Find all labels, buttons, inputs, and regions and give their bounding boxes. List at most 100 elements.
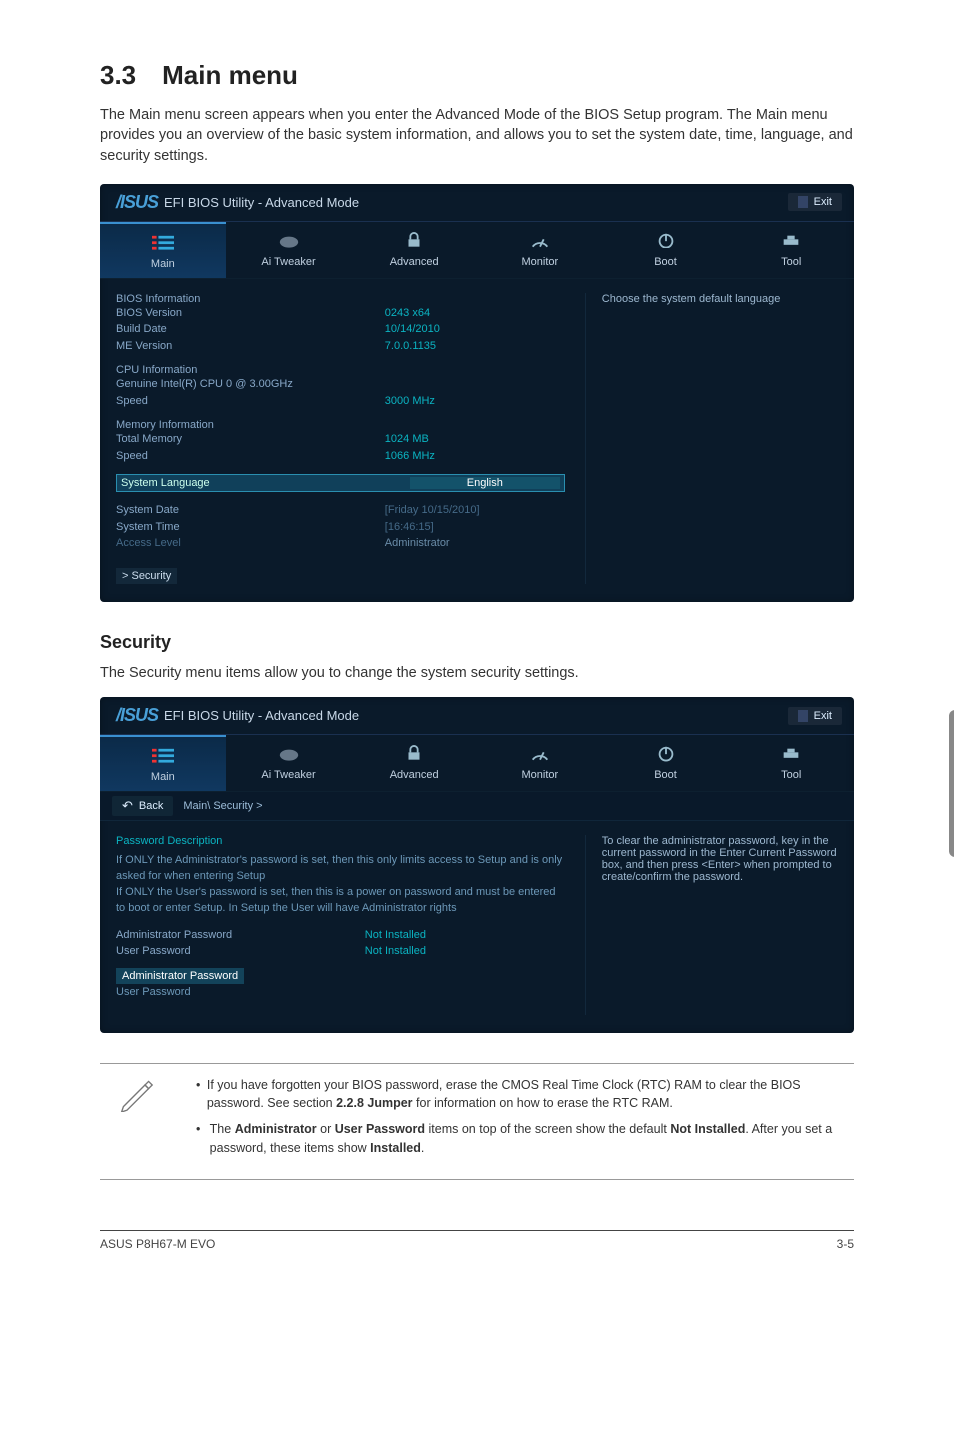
note-box: •If you have forgotten your BIOS passwor… bbox=[100, 1063, 854, 1180]
password-description-label: Password Description bbox=[116, 835, 565, 847]
list-icon-2 bbox=[152, 747, 174, 765]
label-bios-version: BIOS Version bbox=[116, 305, 385, 322]
row-cpu-name: Genuine Intel(R) CPU 0 @ 3.00GHz bbox=[116, 376, 565, 393]
bold-admin: Administrator bbox=[235, 1122, 317, 1136]
label-me-version: ME Version bbox=[116, 338, 385, 355]
label-user-pw: User Password bbox=[116, 943, 365, 960]
asus-logo: /ISUS bbox=[116, 192, 158, 213]
nav-tabs: Main Ai Tweaker Advanced Monitor Boot To… bbox=[100, 222, 854, 279]
bios-main-window: /ISUS EFI BIOS Utility - Advanced Mode E… bbox=[100, 184, 854, 602]
row-me-version: ME Version7.0.0.1135 bbox=[116, 338, 565, 355]
admin-password-item[interactable]: Administrator Password bbox=[116, 968, 244, 984]
note-bullet-1: •If you have forgotten your BIOS passwor… bbox=[196, 1076, 848, 1112]
tab-tool-2-label: Tool bbox=[781, 769, 801, 781]
val-bios-version: 0243 x64 bbox=[385, 305, 565, 322]
back-button[interactable]: ↶ Back bbox=[112, 796, 173, 816]
note-pen-icon bbox=[118, 1076, 154, 1112]
bold-installed: Installed bbox=[370, 1141, 421, 1155]
gauge-icon bbox=[529, 232, 551, 250]
row-total-memory: Total Memory1024 MB bbox=[116, 431, 565, 448]
row-admin-password-status: Administrator PasswordNot Installed bbox=[116, 927, 565, 944]
tab-boot[interactable]: Boot bbox=[603, 222, 729, 278]
tab-monitor-label: Monitor bbox=[522, 256, 559, 268]
tab-main-label: Main bbox=[151, 258, 175, 270]
tab-main-2[interactable]: Main bbox=[100, 735, 226, 791]
help-text: Choose the system default language bbox=[602, 293, 838, 305]
power-icon-2 bbox=[655, 745, 677, 763]
mem-info-heading: Memory Information bbox=[116, 419, 565, 431]
bold-user: User Password bbox=[335, 1122, 425, 1136]
row-system-date[interactable]: System Date[Friday 10/15/2010] bbox=[116, 502, 565, 519]
breadcrumb: Main\ Security > bbox=[183, 800, 262, 812]
tab-advanced-2-label: Advanced bbox=[390, 769, 439, 781]
bios-info-heading: BIOS Information bbox=[116, 293, 565, 305]
cloud-icon-2 bbox=[278, 745, 300, 763]
tab-boot-2-label: Boot bbox=[654, 769, 677, 781]
back-label: Back bbox=[139, 800, 163, 812]
tab-boot-2[interactable]: Boot bbox=[603, 735, 729, 791]
bios-security-window: /ISUS EFI BIOS Utility - Advanced Mode E… bbox=[100, 697, 854, 1033]
row-system-language[interactable]: System LanguageEnglish bbox=[116, 474, 565, 492]
tab-ai-tweaker-label: Ai Tweaker bbox=[261, 256, 315, 268]
tab-main-2-label: Main bbox=[151, 771, 175, 783]
tab-monitor[interactable]: Monitor bbox=[477, 222, 603, 278]
bold-notinstalled: Not Installed bbox=[670, 1122, 745, 1136]
lock-icon bbox=[403, 232, 425, 250]
security-intro: The Security menu items allow you to cha… bbox=[100, 663, 854, 683]
tab-monitor-2-label: Monitor bbox=[522, 769, 559, 781]
label-system-time: System Time bbox=[116, 519, 385, 536]
list-icon bbox=[152, 234, 174, 252]
back-arrow-icon: ↶ bbox=[122, 798, 133, 814]
bios-title: EFI BIOS Utility - Advanced Mode bbox=[164, 195, 359, 210]
val-access-level: Administrator bbox=[385, 535, 565, 552]
footer-left: ASUS P8H67-M EVO bbox=[100, 1237, 215, 1251]
section-title: 3.3 Main menu bbox=[100, 60, 854, 91]
tab-tool-2[interactable]: Tool bbox=[728, 735, 854, 791]
asus-logo-2: /ISUS bbox=[116, 705, 158, 726]
exit-button-2[interactable]: Exit bbox=[788, 707, 842, 725]
tab-ai-tweaker[interactable]: Ai Tweaker bbox=[226, 222, 352, 278]
row-access-level: Access LevelAdministrator bbox=[116, 535, 565, 552]
chapter-tab: Chapter 3 bbox=[949, 710, 954, 857]
nav-tabs-2: Main Ai Tweaker Advanced Monitor Boot To… bbox=[100, 735, 854, 792]
tab-advanced-2[interactable]: Advanced bbox=[351, 735, 477, 791]
lock-icon-2 bbox=[403, 745, 425, 763]
exit-label: Exit bbox=[814, 196, 832, 208]
user-password-item[interactable]: User Password bbox=[116, 986, 191, 998]
exit-icon-2 bbox=[798, 710, 808, 722]
tab-monitor-2[interactable]: Monitor bbox=[477, 735, 603, 791]
row-user-password-status: User PasswordNot Installed bbox=[116, 943, 565, 960]
tab-ai-tweaker-2[interactable]: Ai Tweaker bbox=[226, 735, 352, 791]
tab-main[interactable]: Main bbox=[100, 222, 226, 278]
label-total-memory: Total Memory bbox=[116, 431, 385, 448]
val-cpu-speed: 3000 MHz bbox=[385, 393, 565, 410]
bold-jumper: 2.2.8 Jumper bbox=[336, 1096, 412, 1110]
tab-boot-label: Boot bbox=[654, 256, 677, 268]
footer-right: 3-5 bbox=[837, 1237, 854, 1251]
tab-advanced-label: Advanced bbox=[390, 256, 439, 268]
security-submenu[interactable]: > Security bbox=[116, 568, 177, 584]
tab-advanced[interactable]: Advanced bbox=[351, 222, 477, 278]
row-cpu-speed: Speed3000 MHz bbox=[116, 393, 565, 410]
cpu-info-heading: CPU Information bbox=[116, 364, 565, 376]
power-icon bbox=[655, 232, 677, 250]
intro-paragraph: The Main menu screen appears when you en… bbox=[100, 105, 854, 166]
label-system-date: System Date bbox=[116, 502, 385, 519]
val-mem-speed: 1066 MHz bbox=[385, 448, 565, 465]
page-footer: ASUS P8H67-M EVO 3-5 bbox=[100, 1230, 854, 1251]
val-user-pw: Not Installed bbox=[365, 943, 565, 960]
gauge-icon-2 bbox=[529, 745, 551, 763]
label-mem-speed: Speed bbox=[116, 448, 385, 465]
exit-icon bbox=[798, 196, 808, 208]
exit-button[interactable]: Exit bbox=[788, 193, 842, 211]
tab-tool[interactable]: Tool bbox=[728, 222, 854, 278]
row-bios-version: BIOS Version0243 x64 bbox=[116, 305, 565, 322]
row-mem-speed: Speed1066 MHz bbox=[116, 448, 565, 465]
exit-label-2: Exit bbox=[814, 710, 832, 722]
val-total-memory: 1024 MB bbox=[385, 431, 565, 448]
label-cpu-speed: Speed bbox=[116, 393, 385, 410]
bios-title-2: EFI BIOS Utility - Advanced Mode bbox=[164, 708, 359, 723]
password-description-text: If ONLY the Administrator's password is … bbox=[116, 853, 565, 917]
tab-ai-tweaker-2-label: Ai Tweaker bbox=[261, 769, 315, 781]
row-system-time[interactable]: System Time[16:46:15] bbox=[116, 519, 565, 536]
